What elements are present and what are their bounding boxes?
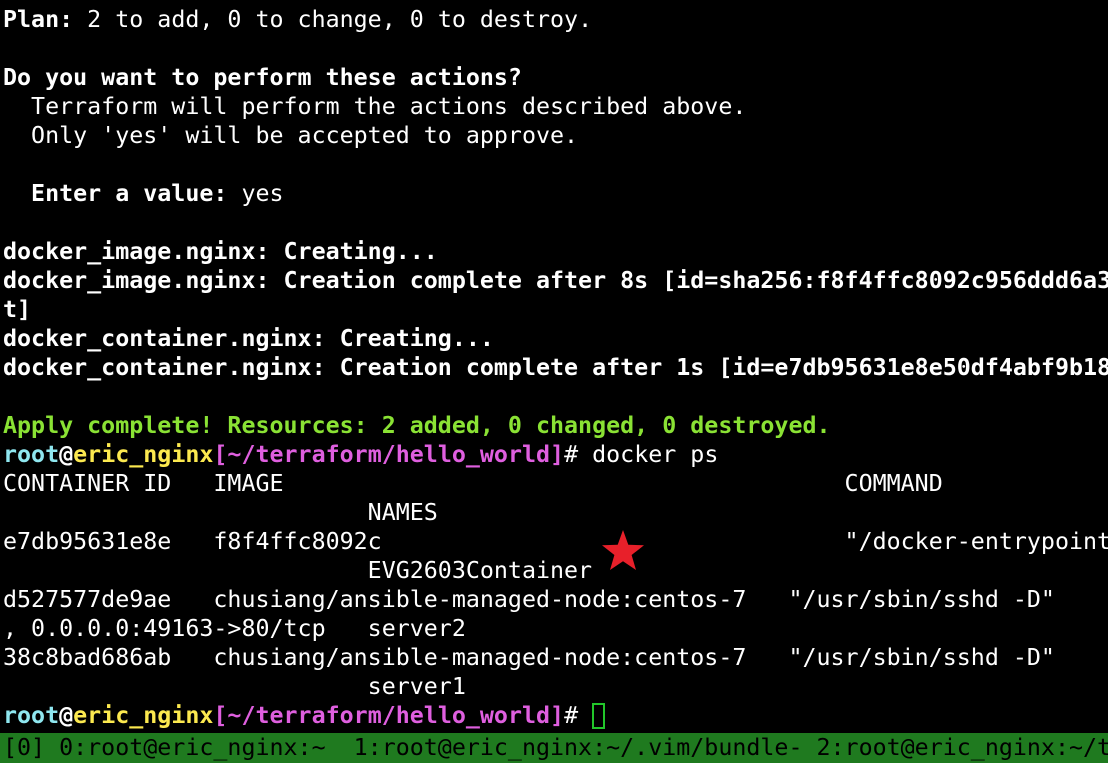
docker-ps-row-names: EVG2603Container xyxy=(3,557,593,584)
image-complete-wrap-line: t] xyxy=(3,296,32,323)
prompt-question: Do you want to perform these actions? xyxy=(3,64,522,91)
image-creating-line: docker_image.nginx: Creating... xyxy=(3,238,438,265)
prompt-host: eric_nginx xyxy=(73,702,214,729)
prompt-at: @ xyxy=(59,441,74,468)
plan-line: Plan: 2 to add, 0 to change, 0 to destro… xyxy=(3,5,1108,34)
terminal-output[interactable]: Plan: 2 to add, 0 to change, 0 to destro… xyxy=(3,5,1108,729)
prompt-description-2: Only 'yes' will be accepted to approve. xyxy=(3,122,579,149)
prompt-description-1: Terraform will perform the actions descr… xyxy=(3,93,747,120)
shell-prompt-line: root@eric_nginx[~/terraform/hello_world]… xyxy=(3,701,1108,729)
enter-value-input: yes xyxy=(227,180,284,207)
docker-ps-row: e7db95631e8e f8f4ffc8092c "/docker-entry… xyxy=(3,528,1108,555)
prompt-host: eric_nginx xyxy=(73,441,214,468)
docker-ps-row-names: server1 xyxy=(3,673,466,700)
shell-prompt-line: root@eric_nginx[~/terraform/hello_world]… xyxy=(3,440,1108,469)
block-cursor xyxy=(592,703,606,729)
red-star-icon xyxy=(602,530,644,570)
container-creating-line: docker_container.nginx: Creating... xyxy=(3,325,494,352)
prompt-path: [~/terraform/hello_world] xyxy=(213,441,565,468)
enter-value-label: Enter a value: xyxy=(3,180,228,207)
prompt-at: @ xyxy=(59,702,74,729)
docker-ps-row-names: , 0.0.0.0:49163->80/tcp server2 xyxy=(3,615,466,642)
prompt-symbol: # xyxy=(564,702,579,729)
docker-ps-header-names: NAMES xyxy=(3,499,438,526)
docker-ps-header: CONTAINER ID IMAGE COMMAND xyxy=(3,470,943,497)
command-text: docker ps xyxy=(578,441,719,468)
plan-label: Plan: xyxy=(3,6,74,33)
prompt-path: [~/terraform/hello_world] xyxy=(213,702,565,729)
prompt-symbol: # xyxy=(564,441,579,468)
enter-value-line: Enter a value: yes xyxy=(3,179,1108,208)
docker-ps-row: 38c8bad686ab chusiang/ansible-managed-no… xyxy=(3,644,1055,671)
container-complete-line: docker_container.nginx: Creation complet… xyxy=(3,354,1108,381)
prompt-user: root xyxy=(3,702,60,729)
prompt-user: root xyxy=(3,441,60,468)
tmux-status-bar[interactable]: [0] 0:root@eric_nginx:~ 1:root@eric_ngin… xyxy=(0,733,1108,763)
image-complete-line: docker_image.nginx: Creation complete af… xyxy=(3,267,1108,294)
apply-complete-line: Apply complete! Resources: 2 added, 0 ch… xyxy=(3,412,831,439)
docker-ps-row: d527577de9ae chusiang/ansible-managed-no… xyxy=(3,586,1055,613)
plan-text: 2 to add, 0 to change, 0 to destroy. xyxy=(73,6,593,33)
